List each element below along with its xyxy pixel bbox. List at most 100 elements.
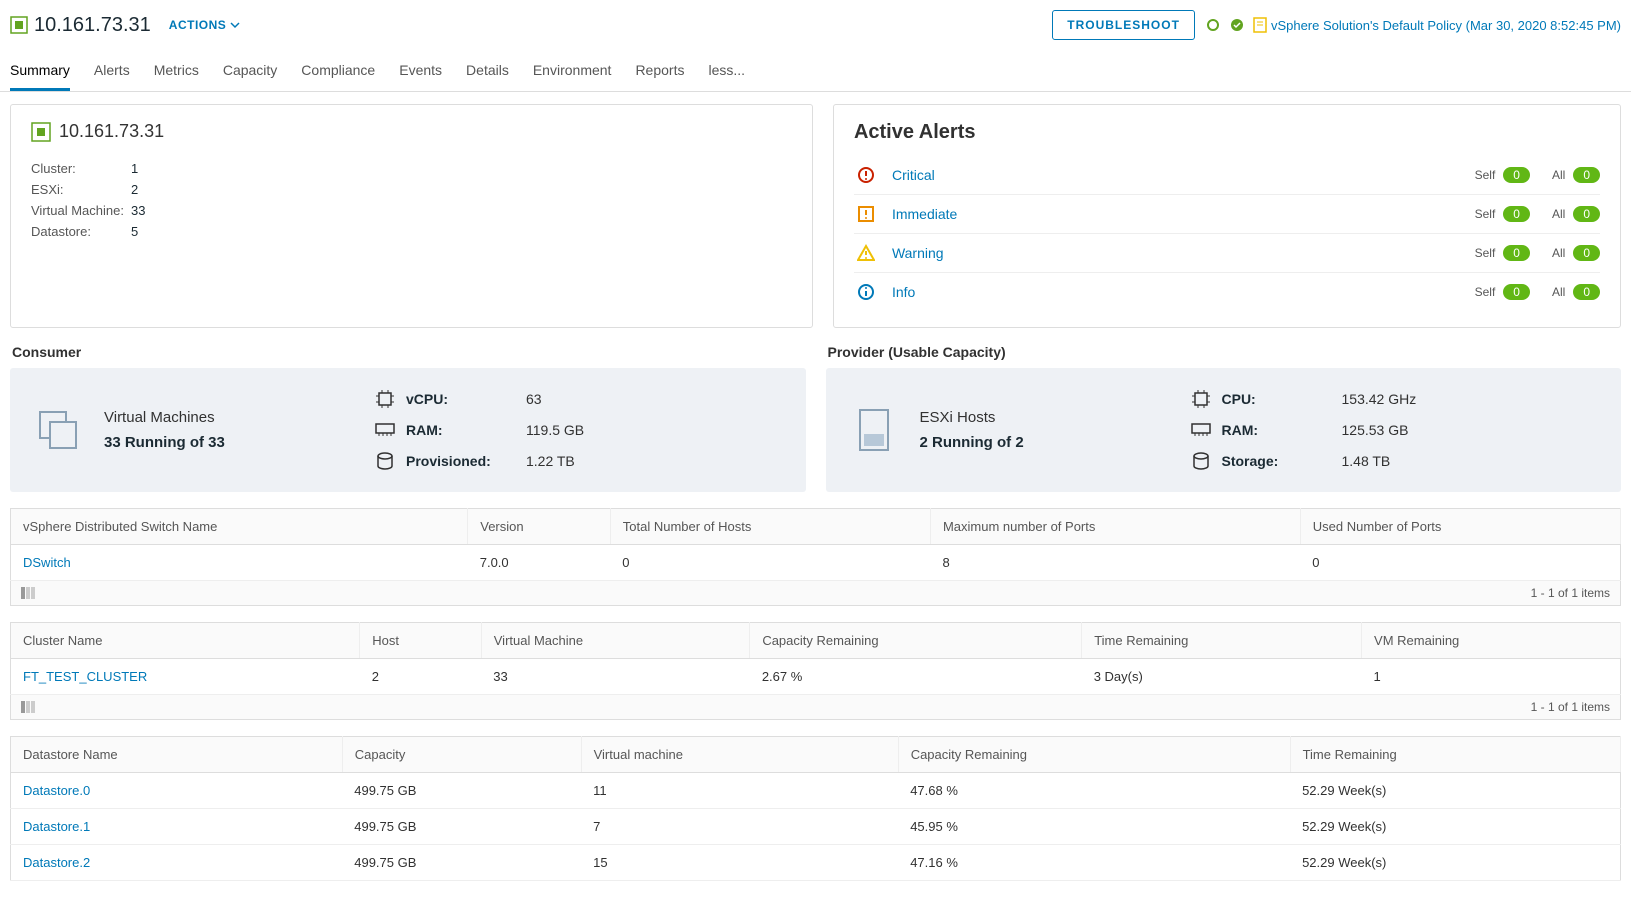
summary-row: Cluster:1 bbox=[31, 158, 792, 179]
actions-dropdown[interactable]: ACTIONS bbox=[169, 18, 241, 32]
cell: 15 bbox=[581, 845, 898, 881]
col-header[interactable]: Maximum number of Ports bbox=[930, 509, 1300, 545]
policy-link[interactable]: vSphere Solution's Default Policy (Mar 3… bbox=[1253, 17, 1621, 33]
alert-info-icon bbox=[854, 283, 878, 301]
cell[interactable]: Datastore.0 bbox=[11, 773, 343, 809]
switch-table: vSphere Distributed Switch NameVersionTo… bbox=[10, 508, 1621, 581]
tab-less[interactable]: less... bbox=[708, 54, 745, 91]
spec-row: Provisioned:1.22 TB bbox=[374, 452, 782, 470]
badge-icon-1 bbox=[1205, 17, 1221, 33]
alert-row-warning: WarningSelf0All0 bbox=[854, 233, 1600, 272]
switch-table-wrap: vSphere Distributed Switch NameVersionTo… bbox=[10, 508, 1621, 606]
troubleshoot-button[interactable]: TROUBLESHOOT bbox=[1052, 10, 1195, 40]
tab-events[interactable]: Events bbox=[399, 54, 442, 91]
tab-summary[interactable]: Summary bbox=[10, 54, 70, 91]
cell: 52.29 Week(s) bbox=[1290, 809, 1620, 845]
tab-environment[interactable]: Environment bbox=[533, 54, 612, 91]
ram-icon bbox=[374, 423, 396, 437]
tab-metrics[interactable]: Metrics bbox=[154, 54, 199, 91]
policy-icon bbox=[1253, 17, 1267, 33]
page-title: 10.161.73.31 bbox=[34, 14, 151, 37]
host-icon bbox=[850, 406, 898, 454]
columns-icon[interactable] bbox=[21, 701, 35, 713]
cell: 3 Day(s) bbox=[1082, 659, 1362, 695]
all-count: 0 bbox=[1573, 245, 1600, 261]
col-header[interactable]: Time Remaining bbox=[1290, 737, 1620, 773]
cell[interactable]: DSwitch bbox=[11, 545, 468, 581]
spec-row: RAM:125.53 GB bbox=[1190, 422, 1598, 438]
tab-capacity[interactable]: Capacity bbox=[223, 54, 277, 91]
cell: 7.0.0 bbox=[468, 545, 611, 581]
consumer-section: Consumer Virtual Machines 33 Running of … bbox=[10, 344, 806, 492]
cell: 499.75 GB bbox=[342, 845, 581, 881]
self-count: 0 bbox=[1503, 245, 1530, 261]
cell: 52.29 Week(s) bbox=[1290, 845, 1620, 881]
alert-link-critical[interactable]: Critical bbox=[892, 167, 1475, 183]
cell[interactable]: Datastore.1 bbox=[11, 809, 343, 845]
col-header[interactable]: Virtual machine bbox=[581, 737, 898, 773]
active-alerts-card: Active Alerts CriticalSelf0All0Immediate… bbox=[833, 104, 1621, 328]
col-header[interactable]: VM Remaining bbox=[1362, 623, 1621, 659]
alert-row-immediate: ImmediateSelf0All0 bbox=[854, 194, 1600, 233]
cell: 33 bbox=[481, 659, 750, 695]
consumer-title: Consumer bbox=[10, 344, 806, 360]
summary-row: ESXi:2 bbox=[31, 179, 792, 200]
vm-stack-icon bbox=[34, 406, 82, 454]
spec-row: Storage:1.48 TB bbox=[1190, 452, 1598, 470]
col-header[interactable]: Capacity bbox=[342, 737, 581, 773]
cell: 47.68 % bbox=[898, 773, 1290, 809]
switch-footer: 1 - 1 of 1 items bbox=[1531, 586, 1610, 600]
all-count: 0 bbox=[1573, 167, 1600, 183]
tab-alerts[interactable]: Alerts bbox=[94, 54, 130, 91]
cluster-footer: 1 - 1 of 1 items bbox=[1531, 700, 1610, 714]
badge-icon-2 bbox=[1229, 17, 1245, 33]
col-header[interactable]: Used Number of Ports bbox=[1300, 509, 1620, 545]
col-header[interactable]: Host bbox=[360, 623, 481, 659]
cell: 1 bbox=[1362, 659, 1621, 695]
alert-link-info[interactable]: Info bbox=[892, 284, 1475, 300]
col-header[interactable]: Virtual Machine bbox=[481, 623, 750, 659]
table-row: FT_TEST_CLUSTER2332.67 %3 Day(s)1 bbox=[11, 659, 1621, 695]
tab-reports[interactable]: Reports bbox=[635, 54, 684, 91]
cell: 45.95 % bbox=[898, 809, 1290, 845]
all-count: 0 bbox=[1573, 206, 1600, 222]
col-header[interactable]: Total Number of Hosts bbox=[610, 509, 930, 545]
cluster-table-wrap: Cluster NameHostVirtual MachineCapacity … bbox=[10, 622, 1621, 720]
col-header[interactable]: Time Remaining bbox=[1082, 623, 1362, 659]
tab-details[interactable]: Details bbox=[466, 54, 509, 91]
ram-icon bbox=[1190, 423, 1212, 437]
col-header[interactable]: Datastore Name bbox=[11, 737, 343, 773]
alert-link-immediate[interactable]: Immediate bbox=[892, 206, 1475, 222]
spec-row: CPU:153.42 GHz bbox=[1190, 390, 1598, 408]
all-count: 0 bbox=[1573, 284, 1600, 300]
alert-link-warning[interactable]: Warning bbox=[892, 245, 1475, 261]
consumer-main-title: Virtual Machines bbox=[104, 409, 364, 426]
tab-compliance[interactable]: Compliance bbox=[301, 54, 375, 91]
table-row: Datastore.2499.75 GB1547.16 %52.29 Week(… bbox=[11, 845, 1621, 881]
cluster-table: Cluster NameHostVirtual MachineCapacity … bbox=[10, 622, 1621, 695]
cell[interactable]: Datastore.2 bbox=[11, 845, 343, 881]
provider-title: Provider (Usable Capacity) bbox=[826, 344, 1622, 360]
col-header[interactable]: Cluster Name bbox=[11, 623, 360, 659]
table-row: Datastore.1499.75 GB745.95 %52.29 Week(s… bbox=[11, 809, 1621, 845]
col-header[interactable]: Version bbox=[468, 509, 611, 545]
table-row: Datastore.0499.75 GB1147.68 %52.29 Week(… bbox=[11, 773, 1621, 809]
datastore-table-wrap: Datastore NameCapacityVirtual machineCap… bbox=[10, 736, 1621, 881]
cell: 0 bbox=[1300, 545, 1620, 581]
cell: 2.67 % bbox=[750, 659, 1082, 695]
col-header[interactable]: vSphere Distributed Switch Name bbox=[11, 509, 468, 545]
cell: 7 bbox=[581, 809, 898, 845]
cell: 47.16 % bbox=[898, 845, 1290, 881]
columns-icon[interactable] bbox=[21, 587, 35, 599]
alerts-title: Active Alerts bbox=[854, 121, 1600, 144]
spec-row: vCPU:63 bbox=[374, 390, 782, 408]
provider-main-sub: 2 Running of 2 bbox=[920, 434, 1180, 451]
alert-row-info: InfoSelf0All0 bbox=[854, 272, 1600, 311]
self-count: 0 bbox=[1503, 167, 1530, 183]
cell[interactable]: FT_TEST_CLUSTER bbox=[11, 659, 360, 695]
self-count: 0 bbox=[1503, 206, 1530, 222]
summary-row: Virtual Machine:33 bbox=[31, 200, 792, 221]
col-header[interactable]: Capacity Remaining bbox=[750, 623, 1082, 659]
col-header[interactable]: Capacity Remaining bbox=[898, 737, 1290, 773]
summary-title: 10.161.73.31 bbox=[59, 121, 164, 142]
